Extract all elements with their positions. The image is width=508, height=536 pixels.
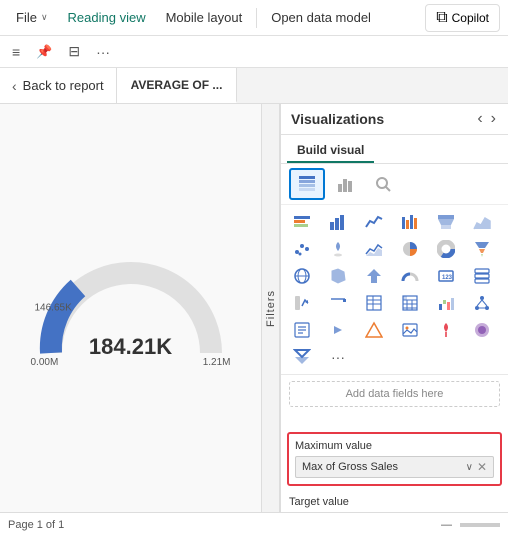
viz-icon-pin[interactable] xyxy=(431,317,461,343)
viz-icon-clustered-bar[interactable] xyxy=(395,209,425,235)
viz-icon-pie[interactable] xyxy=(395,236,425,262)
svg-text:123: 123 xyxy=(442,275,453,281)
back-to-report-button[interactable]: ‹ Back to report xyxy=(0,68,117,103)
viz-icon-bar-chart[interactable] xyxy=(323,209,353,235)
viz-nav: ‹ › xyxy=(475,110,498,128)
viz-icon-waterfall[interactable] xyxy=(431,290,461,316)
viz-icon-line-area[interactable] xyxy=(359,236,389,262)
viz-type-search-icon[interactable] xyxy=(365,168,401,200)
status-bar: Page 1 of 1 — xyxy=(0,512,508,536)
viz-icon-funnel[interactable] xyxy=(467,236,497,262)
viz-icon-ribbon[interactable] xyxy=(431,209,461,235)
viz-icon-arrow[interactable] xyxy=(359,263,389,289)
gauge-svg: 146.65K 184.21K 0.00M 1.21M xyxy=(31,248,231,368)
active-tab[interactable]: AVERAGE OF ... xyxy=(117,68,238,103)
hamburger-icon[interactable]: ≡ xyxy=(8,42,24,62)
viz-icon-shape[interactable] xyxy=(359,317,389,343)
viz-icon-grid: 123 xyxy=(281,205,508,374)
viz-icon-expand[interactable] xyxy=(287,344,317,370)
max-value-chip: Max of Gross Sales ∨ ✕ xyxy=(295,456,494,478)
viz-icon-purple-shape[interactable] xyxy=(467,317,497,343)
menu-file[interactable]: File ∨ xyxy=(8,6,56,29)
viz-icon-gauge[interactable] xyxy=(395,263,425,289)
status-right: — xyxy=(441,519,500,531)
viz-icon-slicer[interactable] xyxy=(323,290,353,316)
max-value-field-text: Max of Gross Sales xyxy=(302,461,398,473)
add-data-hint: Add data fields here xyxy=(289,381,500,407)
field-chip-actions: ∨ ✕ xyxy=(466,460,487,474)
viz-icon-map[interactable] xyxy=(323,236,353,262)
viz-header: Visualizations ‹ › xyxy=(281,104,508,135)
filters-label: Filters xyxy=(265,290,277,327)
gauge-side-label: 146.65K xyxy=(35,303,72,314)
fields-section: Add data fields here xyxy=(281,374,508,426)
viz-icon-scatter[interactable] xyxy=(287,236,317,262)
viz-tabs-row: Build visual xyxy=(281,135,508,164)
zoom-bar xyxy=(460,523,500,527)
file-caret-icon: ∨ xyxy=(41,12,48,23)
viz-icon-card[interactable]: 123 xyxy=(431,263,461,289)
viz-icon-stacked-bar[interactable] xyxy=(287,209,317,235)
zoom-minus-icon[interactable]: — xyxy=(441,519,452,531)
viz-icon-button[interactable] xyxy=(323,317,353,343)
filters-panel[interactable]: Filters xyxy=(262,104,280,512)
target-section: Target value xyxy=(281,492,508,512)
viz-panel-title: Visualizations xyxy=(291,111,384,127)
viz-icon-globe[interactable] xyxy=(287,263,317,289)
chip-caret-icon[interactable]: ∨ xyxy=(466,462,473,473)
viz-icon-more[interactable]: ··· xyxy=(323,344,353,370)
viz-icon-multirow-card[interactable] xyxy=(467,263,497,289)
chip-close-icon[interactable]: ✕ xyxy=(477,460,487,474)
viz-type-table-icon[interactable] xyxy=(289,168,325,200)
more-options-icon[interactable]: ··· xyxy=(92,42,114,62)
viz-icon-text-box[interactable] xyxy=(287,317,317,343)
copilot-button[interactable]: ⧉ Copilot xyxy=(425,4,500,32)
report-area: 146.65K 184.21K 0.00M 1.21M xyxy=(0,104,262,512)
viz-icon-kpi[interactable] xyxy=(287,290,317,316)
viz-icon-donut[interactable] xyxy=(431,236,461,262)
page-indicator: Page 1 of 1 xyxy=(8,519,64,531)
viz-icon-table[interactable] xyxy=(359,290,389,316)
max-value-section: Maximum value Max of Gross Sales ∨ ✕ xyxy=(287,432,502,486)
gauge-chart: 146.65K 184.21K 0.00M 1.21M xyxy=(10,144,251,472)
tab-bar: ‹ Back to report AVERAGE OF ... xyxy=(0,68,508,104)
viz-icon-filled-map[interactable] xyxy=(323,263,353,289)
copilot-icon: ⧉ xyxy=(436,9,447,27)
toolbar: ≡ 📌 ⊟ ··· xyxy=(0,36,508,68)
viz-icon-image[interactable] xyxy=(395,317,425,343)
menu-reading-view[interactable]: Reading view xyxy=(60,6,154,29)
max-value-label: Maximum value xyxy=(295,440,494,452)
menu-bar: File ∨ Reading view Mobile layout Open d… xyxy=(0,0,508,36)
target-value-label: Target value xyxy=(289,496,500,508)
viz-icon-network[interactable] xyxy=(467,290,497,316)
back-arrow-icon: ‹ xyxy=(12,78,17,94)
viz-main-type-row xyxy=(281,164,508,205)
main-layout: 146.65K 184.21K 0.00M 1.21M Filters Visu… xyxy=(0,104,508,512)
menu-open-data-model[interactable]: Open data model xyxy=(263,6,379,29)
viz-nav-right[interactable]: › xyxy=(489,110,498,128)
gauge-max: 1.21M xyxy=(203,357,231,368)
filter-icon[interactable]: ⊟ xyxy=(64,41,84,62)
pin-icon[interactable]: 📌 xyxy=(32,42,56,62)
gauge-min: 0.00M xyxy=(31,357,59,368)
build-visual-tab[interactable]: Build visual xyxy=(287,139,374,163)
viz-nav-left[interactable]: ‹ xyxy=(475,110,484,128)
viz-icon-line-chart[interactable] xyxy=(359,209,389,235)
viz-icon-area-chart[interactable] xyxy=(467,209,497,235)
visualizations-panel: Visualizations ‹ › Build visual xyxy=(280,104,508,512)
viz-type-bar-icon[interactable] xyxy=(327,168,363,200)
menu-separator xyxy=(256,8,257,28)
gauge-value: 184.21K xyxy=(89,334,172,360)
menu-mobile-layout[interactable]: Mobile layout xyxy=(158,6,251,29)
viz-icon-matrix[interactable] xyxy=(395,290,425,316)
